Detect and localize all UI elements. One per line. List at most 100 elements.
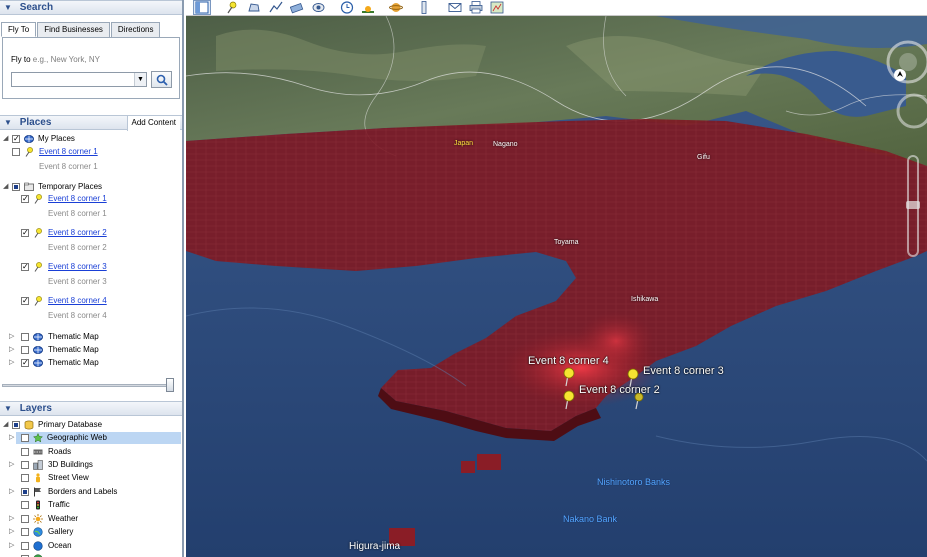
checkbox[interactable] <box>21 357 29 369</box>
sunlight-button[interactable] <box>359 0 377 15</box>
tree-item-placemark[interactable]: Event 8 corner 3 <box>0 261 182 273</box>
checkbox[interactable] <box>21 515 29 523</box>
checkbox[interactable] <box>21 295 29 307</box>
tree-label: Thematic Map <box>48 332 99 341</box>
layer-partial-row[interactable] <box>0 553 182 557</box>
tree-expander[interactable]: ▷ <box>9 459 15 471</box>
tree-item-placemark[interactable]: Event 8 corner 1 <box>0 193 182 205</box>
tree-expander[interactable]: ▷ <box>9 432 15 444</box>
checkbox[interactable] <box>12 133 20 145</box>
pin-label-corner-4[interactable]: Event 8 corner 4 <box>528 355 609 367</box>
tree-item-placemark[interactable]: Event 8 corner 4 <box>0 295 182 307</box>
tab-fly-to[interactable]: Fly To <box>1 22 37 37</box>
placemark-link[interactable]: Event 8 corner 2 <box>48 227 107 239</box>
tree-label: Temporary Places <box>38 182 103 191</box>
checkbox[interactable] <box>21 261 29 273</box>
places-section-header[interactable]: ▼ Places Add Content <box>0 115 182 131</box>
tree-expander[interactable]: ◢ <box>3 419 9 431</box>
checkbox[interactable] <box>21 474 29 482</box>
opacity-slider-track[interactable] <box>2 384 174 387</box>
layer-3d-buildings[interactable]: ▷ 3D Buildings <box>0 459 182 471</box>
checkbox[interactable] <box>21 193 29 205</box>
pin-label-corner-3[interactable]: Event 8 corner 3 <box>643 365 724 377</box>
sunrise-icon <box>362 6 374 13</box>
placemark-link[interactable]: Event 8 corner 1 <box>39 146 98 158</box>
tree-item-thematic-map[interactable]: ▷ Thematic Map <box>0 357 182 369</box>
compass-north-icon[interactable] <box>894 69 906 81</box>
historical-imagery-button[interactable] <box>338 0 356 15</box>
tree-expander[interactable]: ▷ <box>9 357 15 369</box>
folder-globe-icon <box>33 333 43 341</box>
tab-directions[interactable]: Directions <box>110 22 161 37</box>
tree-item-my-places[interactable]: ◢ My Places <box>0 133 182 145</box>
checkbox[interactable] <box>12 148 20 156</box>
layer-geographic-web[interactable]: ▷ Geographic Web <box>9 432 181 444</box>
layer-gallery[interactable]: ▷ Gallery <box>0 526 182 538</box>
record-tour-button[interactable] <box>310 0 328 15</box>
checkbox[interactable] <box>12 183 20 191</box>
add-image-overlay-button[interactable] <box>288 0 306 15</box>
add-placemark-button[interactable] <box>223 0 241 15</box>
placemark-link[interactable]: Event 8 corner 1 <box>48 193 107 205</box>
sidebar-toggle-button[interactable] <box>193 0 211 15</box>
checkbox[interactable] <box>21 333 29 341</box>
fly-to-input[interactable]: ▼ <box>11 72 147 87</box>
checkbox[interactable] <box>21 501 29 509</box>
checkbox[interactable] <box>21 461 29 469</box>
checkbox[interactable] <box>21 346 29 354</box>
layer-ocean[interactable]: ▷ Ocean <box>0 540 182 552</box>
tree-item-thematic-map[interactable]: ▷ Thematic Map <box>0 344 182 356</box>
add-path-button[interactable] <box>267 0 285 15</box>
tree-item-thematic-map[interactable]: ▷ Thematic Map <box>0 331 182 343</box>
fly-to-panel: Fly to e.g., New York, NY ▼ <box>2 37 180 99</box>
tree-expander[interactable]: ▷ <box>9 540 15 552</box>
pin-label-corner-2[interactable]: Event 8 corner 2 <box>579 384 660 396</box>
email-button[interactable] <box>446 0 464 15</box>
collapse-triangle-icon[interactable]: ▼ <box>4 1 12 15</box>
layers-section-header[interactable]: ▼ Layers <box>0 401 182 416</box>
tree-expander[interactable]: ◢ <box>3 181 9 193</box>
checkbox[interactable] <box>21 528 29 536</box>
layer-primary-database[interactable]: ◢ Primary Database <box>0 419 182 431</box>
tree-expander[interactable]: ▷ <box>9 331 15 343</box>
search-button[interactable] <box>151 71 172 88</box>
print-button[interactable] <box>467 0 485 15</box>
tree-expander[interactable]: ▷ <box>9 513 15 525</box>
placemark-link[interactable]: Event 8 corner 4 <box>48 295 107 307</box>
tree-expander[interactable]: ▷ <box>9 344 15 356</box>
tree-expander[interactable]: ▷ <box>9 526 15 538</box>
opacity-slider-thumb[interactable] <box>166 378 174 392</box>
planet-icon <box>389 3 403 12</box>
checkbox[interactable] <box>21 488 29 496</box>
checkbox[interactable] <box>21 227 29 239</box>
add-content-button[interactable]: Add Content <box>126 116 180 131</box>
checkbox[interactable] <box>12 421 20 429</box>
collapse-triangle-icon[interactable]: ▼ <box>4 116 12 130</box>
pushpin-icon <box>34 194 42 204</box>
layer-roads[interactable]: Roads <box>0 446 182 458</box>
ruler-button[interactable] <box>415 0 433 15</box>
sea-label-nakano: Nakano Bank <box>563 514 618 524</box>
tree-item-temporary-places[interactable]: ◢ Temporary Places <box>0 181 182 193</box>
layer-traffic[interactable]: Traffic <box>0 499 182 511</box>
switch-planet-button[interactable] <box>387 0 405 15</box>
layer-weather[interactable]: ▷ Weather <box>0 513 182 525</box>
map-3d-view[interactable]: Japan Nagano Gifu Toyama Ishikawa Event … <box>186 16 927 557</box>
tree-expander[interactable]: ◢ <box>3 133 9 145</box>
tree-label: Primary Database <box>38 420 103 429</box>
layer-borders-and-labels[interactable]: ▷ Borders and Labels <box>0 486 182 498</box>
tab-find-businesses[interactable]: Find Businesses <box>37 22 110 37</box>
checkbox[interactable] <box>21 542 29 550</box>
placemark-link[interactable]: Event 8 corner 3 <box>48 261 107 273</box>
tree-item-placemark[interactable]: Event 8 corner 1 <box>0 146 182 158</box>
tree-item-placemark[interactable]: Event 8 corner 2 <box>0 227 182 239</box>
add-polygon-button[interactable] <box>245 0 263 15</box>
tree-expander[interactable]: ▷ <box>9 486 15 498</box>
view-in-maps-button[interactable] <box>488 0 506 15</box>
layer-street-view[interactable]: Street View <box>0 472 182 484</box>
checkbox[interactable] <box>21 448 29 456</box>
checkbox[interactable] <box>21 434 29 442</box>
dropdown-arrow-icon[interactable]: ▼ <box>134 73 146 86</box>
search-section-header[interactable]: ▼ Search <box>0 0 182 15</box>
collapse-triangle-icon[interactable]: ▼ <box>4 402 12 416</box>
